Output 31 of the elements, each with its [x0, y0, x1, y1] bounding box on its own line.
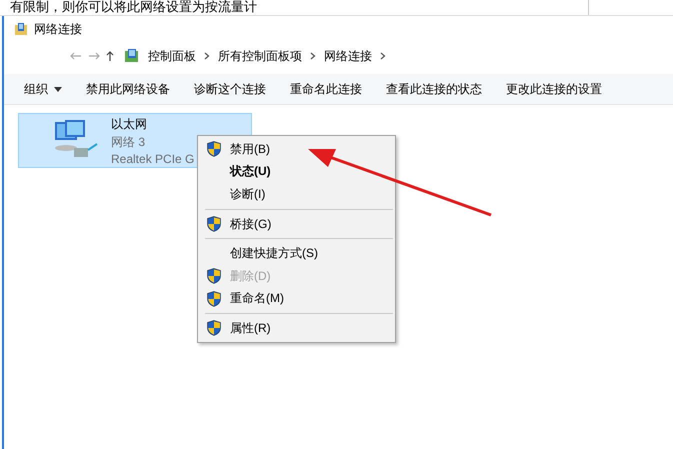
breadcrumb[interactable]: 控制面板 [148, 48, 196, 64]
up-icon[interactable] [106, 51, 114, 61]
breadcrumb[interactable]: 所有控制面板项 [218, 48, 302, 64]
toolbar-button[interactable]: 更改此连接的设置 [494, 74, 614, 104]
network-name: 网络 3 [111, 134, 146, 151]
shield-icon [207, 268, 221, 284]
menu-item[interactable]: 桥接(G) [198, 212, 395, 236]
chevron-icon[interactable] [380, 52, 386, 60]
window-title: 网络连接 [34, 20, 82, 38]
control-panel-icon [124, 48, 140, 64]
toolbar-button[interactable]: 诊断这个连接 [182, 74, 278, 104]
adapter-name: Realtek PCIe G [111, 152, 194, 166]
shield-icon [207, 320, 221, 336]
breadcrumb[interactable]: 网络连接 [324, 48, 372, 64]
menu-item[interactable]: 创建快捷方式(S) [198, 242, 395, 265]
toolbar-button[interactable]: 组织 [12, 74, 74, 104]
menu-item[interactable]: 重命名(M) [198, 288, 395, 310]
menu-item[interactable]: 属性(R) [198, 317, 395, 340]
shield-icon [207, 141, 221, 158]
menu-item[interactable]: 诊断(I) [198, 183, 395, 206]
shield-icon [207, 290, 221, 307]
chevron-icon[interactable] [310, 52, 316, 60]
toolbar-button[interactable]: 禁用此网络设备 [74, 74, 182, 104]
background-text: 有限制，则你可以将此网络设置为按流量计 [9, 0, 258, 15]
chevron-icon[interactable] [204, 52, 210, 60]
toolbar-button[interactable]: 查看此连接的状态 [374, 74, 494, 104]
shield-icon [207, 216, 221, 232]
caret-icon [54, 86, 62, 92]
toolbar-button[interactable]: 重命名此连接 [278, 74, 374, 104]
connection-name: 以太网 [111, 116, 148, 133]
network-folder-icon [14, 22, 28, 36]
